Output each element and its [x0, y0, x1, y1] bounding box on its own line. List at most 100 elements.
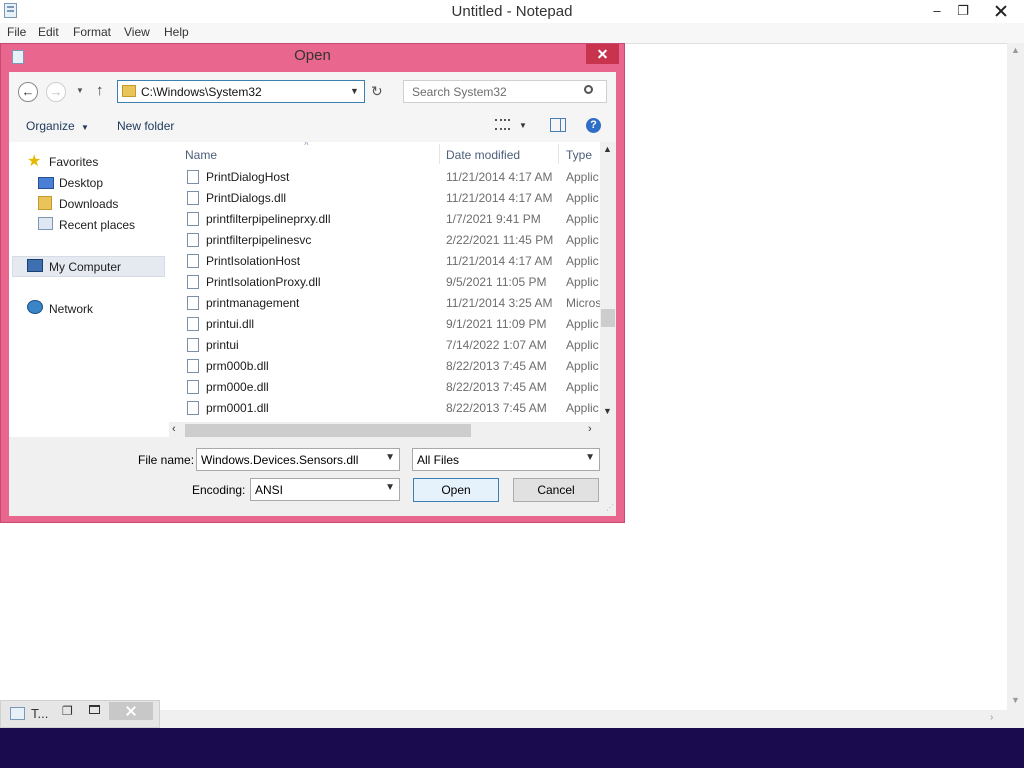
file-row[interactable]: PrintIsolationHost 11/21/2014 4:17 AM Appl… — [176, 251, 600, 272]
cancel-button[interactable]: Cancel — [513, 478, 599, 502]
mini-restore-icon[interactable]: ❐ — [62, 704, 73, 718]
file-date: 1/7/2021 9:41 PM — [446, 212, 541, 226]
file-list-vertical-scrollbar[interactable]: ▲ ▼ — [600, 142, 616, 422]
file-row[interactable]: prm000e.dll 8/22/2013 7:45 AM Applic — [176, 377, 600, 398]
scroll-left-arrow-icon[interactable]: ‹ — [172, 423, 176, 435]
minimized-window-title: T... — [31, 706, 49, 721]
close-button[interactable] — [978, 0, 1024, 22]
file-type: Applic — [566, 380, 599, 394]
column-header-name[interactable]: Name — [185, 148, 217, 162]
file-name: PrintDialogHost — [206, 170, 290, 184]
nav-my-computer[interactable]: My Computer — [49, 260, 121, 274]
file-type: Applic — [566, 170, 599, 184]
file-icon — [187, 380, 199, 394]
file-type-dropdown-icon[interactable]: ▼ — [585, 452, 595, 463]
new-folder-button[interactable]: New folder — [117, 119, 174, 133]
computer-icon — [27, 259, 43, 272]
file-row[interactable]: prm0001.dll 8/22/2013 7:45 AM Applic — [176, 398, 600, 419]
file-row[interactable]: PrintIsolationProxy.dll 9/5/2021 11:05 PM… — [176, 272, 600, 293]
file-icon — [187, 170, 199, 184]
file-name: printfilterpipelineprxy.dll — [206, 212, 331, 226]
mini-maximize-icon[interactable] — [89, 705, 100, 714]
open-button[interactable]: Open — [413, 478, 499, 502]
column-divider[interactable] — [439, 144, 440, 164]
search-box[interactable]: Search System32 — [403, 80, 607, 103]
search-icon[interactable] — [584, 85, 593, 94]
file-list-horizontal-scrollbar[interactable]: ‹ › — [169, 422, 600, 439]
file-date: 9/5/2021 11:05 PM — [446, 275, 547, 289]
file-name: printui.dll — [206, 317, 255, 331]
back-arrow-icon[interactable]: ← — [18, 82, 38, 102]
file-row[interactable]: PrintDialogHost 11/21/2014 4:17 AM Applic — [176, 167, 600, 188]
dialog-close-button[interactable] — [586, 44, 619, 64]
minimize-button[interactable]: – — [924, 0, 950, 22]
scroll-up-arrow-icon[interactable]: ▲ — [603, 144, 612, 154]
restore-button[interactable]: ❐ — [950, 0, 976, 22]
file-name: PrintIsolationHost — [206, 254, 301, 268]
file-icon — [187, 233, 199, 247]
file-name-dropdown-icon[interactable]: ▼ — [385, 452, 395, 463]
file-date: 7/14/2022 1:07 AM — [446, 338, 547, 352]
file-icon — [187, 296, 199, 310]
file-row[interactable]: printui.dll 9/1/2021 11:09 PM Applic — [176, 314, 600, 335]
file-row[interactable]: PrintDialogs.dll 11/21/2014 4:17 AM Applic — [176, 188, 600, 209]
scrollbar-thumb[interactable] — [185, 424, 471, 437]
recent-locations-dropdown-icon[interactable]: ▼ — [76, 86, 84, 95]
view-dropdown-icon[interactable]: ▼ — [519, 121, 527, 130]
organize-button[interactable]: Organize ▼ — [26, 119, 89, 133]
file-icon — [187, 338, 199, 352]
up-arrow-icon[interactable]: ↑ — [96, 82, 104, 99]
file-name-label: File name: — [138, 453, 195, 467]
nav-network[interactable]: Network — [49, 302, 93, 316]
encoding-select[interactable]: ANSI ▼ — [250, 478, 400, 501]
editor-vertical-scrollbar[interactable]: ▲ ▼ — [1007, 43, 1024, 710]
scroll-down-arrow-icon[interactable]: ▼ — [1011, 695, 1020, 705]
scrollbar-thumb[interactable] — [601, 309, 615, 327]
file-icon — [187, 254, 199, 268]
file-row[interactable]: printmanagement 11/21/2014 3:25 AM Micros — [176, 293, 600, 314]
file-date: 11/21/2014 4:17 AM — [446, 170, 553, 184]
column-divider[interactable] — [558, 144, 559, 164]
scroll-right-arrow-icon[interactable]: › — [990, 712, 993, 723]
file-type: Micros — [566, 296, 600, 310]
organize-label: Organize — [26, 119, 75, 133]
nav-favorites[interactable]: Favorites — [49, 155, 98, 169]
file-icon — [187, 317, 199, 331]
menu-view[interactable]: View — [124, 25, 150, 39]
refresh-icon[interactable]: ↻ — [371, 83, 383, 100]
menu-help[interactable]: Help — [164, 25, 189, 39]
scroll-right-arrow-icon[interactable]: › — [588, 423, 592, 435]
file-row[interactable]: prm000b.dll 8/22/2013 7:45 AM Applic — [176, 356, 600, 377]
nav-recent-places[interactable]: Recent places — [59, 218, 135, 232]
menu-format[interactable]: Format — [73, 25, 111, 39]
file-row[interactable]: printfilterpipelineprxy.dll 1/7/2021 9:41… — [176, 209, 600, 230]
column-header-date[interactable]: Date modified — [446, 148, 520, 162]
menu-edit[interactable]: Edit — [38, 25, 59, 39]
scroll-up-arrow-icon[interactable]: ▲ — [1011, 45, 1020, 55]
encoding-value: ANSI — [255, 483, 284, 497]
file-type: Applic — [566, 275, 599, 289]
network-icon — [27, 300, 43, 314]
resize-grip-icon[interactable]: ⋰ — [606, 503, 614, 512]
mini-close-button[interactable] — [109, 702, 153, 720]
nav-downloads[interactable]: Downloads — [59, 197, 118, 211]
file-row[interactable]: printui 7/14/2022 1:07 AM Applic — [176, 335, 600, 356]
nav-desktop[interactable]: Desktop — [59, 176, 103, 190]
scroll-down-arrow-icon[interactable]: ▼ — [603, 406, 612, 416]
recent-places-icon — [38, 217, 53, 230]
file-date: 9/1/2021 11:09 PM — [446, 317, 547, 331]
file-row[interactable]: printfilterpipelinesvc 2/22/2021 11:45 PM… — [176, 230, 600, 251]
menu-bar — [0, 23, 1024, 44]
file-name-input[interactable]: Windows.Devices.Sensors.dll ▼ — [196, 448, 400, 471]
help-icon[interactable]: ? — [586, 118, 601, 133]
menu-file[interactable]: File — [7, 25, 26, 39]
address-dropdown-icon[interactable]: ▼ — [350, 86, 359, 96]
preview-pane-icon[interactable] — [550, 118, 566, 132]
encoding-dropdown-icon[interactable]: ▼ — [385, 482, 395, 493]
view-options-icon[interactable] — [495, 119, 510, 130]
file-type-select[interactable]: All Files ▼ — [412, 448, 600, 471]
file-type: Applic — [566, 359, 599, 373]
forward-arrow-icon[interactable]: → — [46, 82, 66, 102]
address-bar[interactable]: C:\Windows\System32 ▼ — [117, 80, 365, 103]
column-header-type[interactable]: Type — [566, 148, 592, 162]
